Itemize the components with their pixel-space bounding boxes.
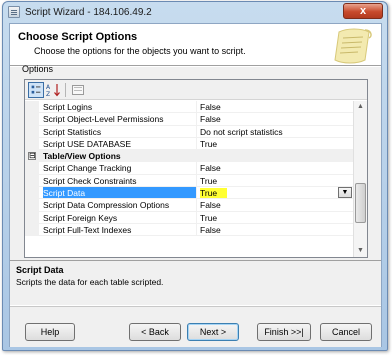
app-icon [8,6,20,18]
property-value: False [200,224,221,235]
property-value: True [200,212,218,223]
property-row[interactable]: Script Logins False [25,101,354,114]
toolbar-separator [65,83,66,97]
next-button[interactable]: Next > [187,323,239,341]
vertical-scrollbar[interactable]: ▲ ▼ [353,101,367,257]
description-text: Scripts the data for each table scripted… [16,277,164,287]
property-name: Script Statistics [43,125,197,137]
scroll-document-icon [334,28,372,64]
property-row[interactable]: Script Check Constraints True [25,174,354,188]
property-pages-icon[interactable] [70,82,86,98]
property-name: Script Logins [43,101,197,113]
property-row-selected[interactable]: Script Data True ▼ [25,187,354,200]
property-rows: Script Logins False Script Object-Level … [25,101,354,257]
property-value: True [200,188,228,199]
close-button[interactable]: x [343,3,383,19]
property-name: Script Check Constraints [43,174,197,187]
title-bar[interactable]: Script Wizard - 184.106.49.2 x [3,2,387,24]
property-row[interactable]: Script Foreign Keys True [25,211,354,224]
page-subtitle: Choose the options for the objects you w… [34,46,246,56]
svg-text:Z: Z [46,91,50,98]
property-name: Script Data Compression Options [43,199,197,211]
category-name: Table/View Options [43,151,121,162]
property-name: Script Full-Text Indexes [43,223,197,236]
help-button[interactable]: Help [25,323,75,341]
property-name: Script Data [43,187,197,199]
property-row[interactable]: Script Change Tracking False [25,162,354,175]
property-value: False [200,163,221,174]
dropdown-arrow-icon[interactable]: ▼ [338,187,352,199]
categorized-icon[interactable] [28,82,44,98]
description-title: Script Data [16,265,64,275]
scroll-down-icon[interactable]: ▼ [354,245,367,257]
property-name: Script Change Tracking [43,162,197,174]
script-wizard-window: Script Wizard - 184.106.49.2 x Choose Sc… [2,1,388,351]
property-row[interactable]: Script Object-Level Permissions False [25,113,354,126]
property-value: False [200,200,221,211]
property-value: Do not script statistics [200,126,283,137]
scrollbar-thumb[interactable] [355,183,366,223]
svg-text:A: A [46,84,51,91]
category-row-table-view-options[interactable]: ⊟ Table/View Options [25,150,354,163]
button-bar: Help < Back Next > Finish >>| Cancel [10,306,381,347]
scroll-up-icon[interactable]: ▲ [354,101,367,113]
property-value: False [200,102,221,112]
property-name: Script Object-Level Permissions [43,113,197,125]
alphabetical-sort-icon[interactable]: A Z [45,82,61,98]
property-value: True [200,138,218,149]
property-name: Script Foreign Keys [43,211,197,223]
finish-button[interactable]: Finish >>| [257,323,311,341]
property-name: Script USE DATABASE [43,137,197,150]
cancel-button[interactable]: Cancel [320,323,372,341]
window-title: Script Wizard - 184.106.49.2 [25,7,152,18]
wizard-header: Choose Script Options Choose the options… [10,24,381,66]
property-row[interactable]: Script Data Compression Options False [25,199,354,212]
property-grid-toolbar: A Z [25,80,367,100]
property-row[interactable]: Script USE DATABASE True [25,137,354,151]
property-value-select[interactable]: True ▼ [200,187,354,199]
property-row[interactable]: Script Full-Text Indexes False [25,223,354,237]
property-row[interactable]: Script Statistics Do not script statisti… [25,125,354,138]
property-value: True [200,175,218,186]
collapse-icon[interactable]: ⊟ [28,152,36,161]
options-label: Options [22,64,54,74]
wizard-client-area: Choose Script Options Choose the options… [9,23,382,347]
property-value: False [200,114,221,125]
description-panel: Script Data Scripts the data for each ta… [10,260,381,304]
page-title: Choose Script Options [18,31,138,43]
property-grid: A Z Script Logins False Script Object-Le… [24,79,368,258]
back-button[interactable]: < Back [129,323,181,341]
